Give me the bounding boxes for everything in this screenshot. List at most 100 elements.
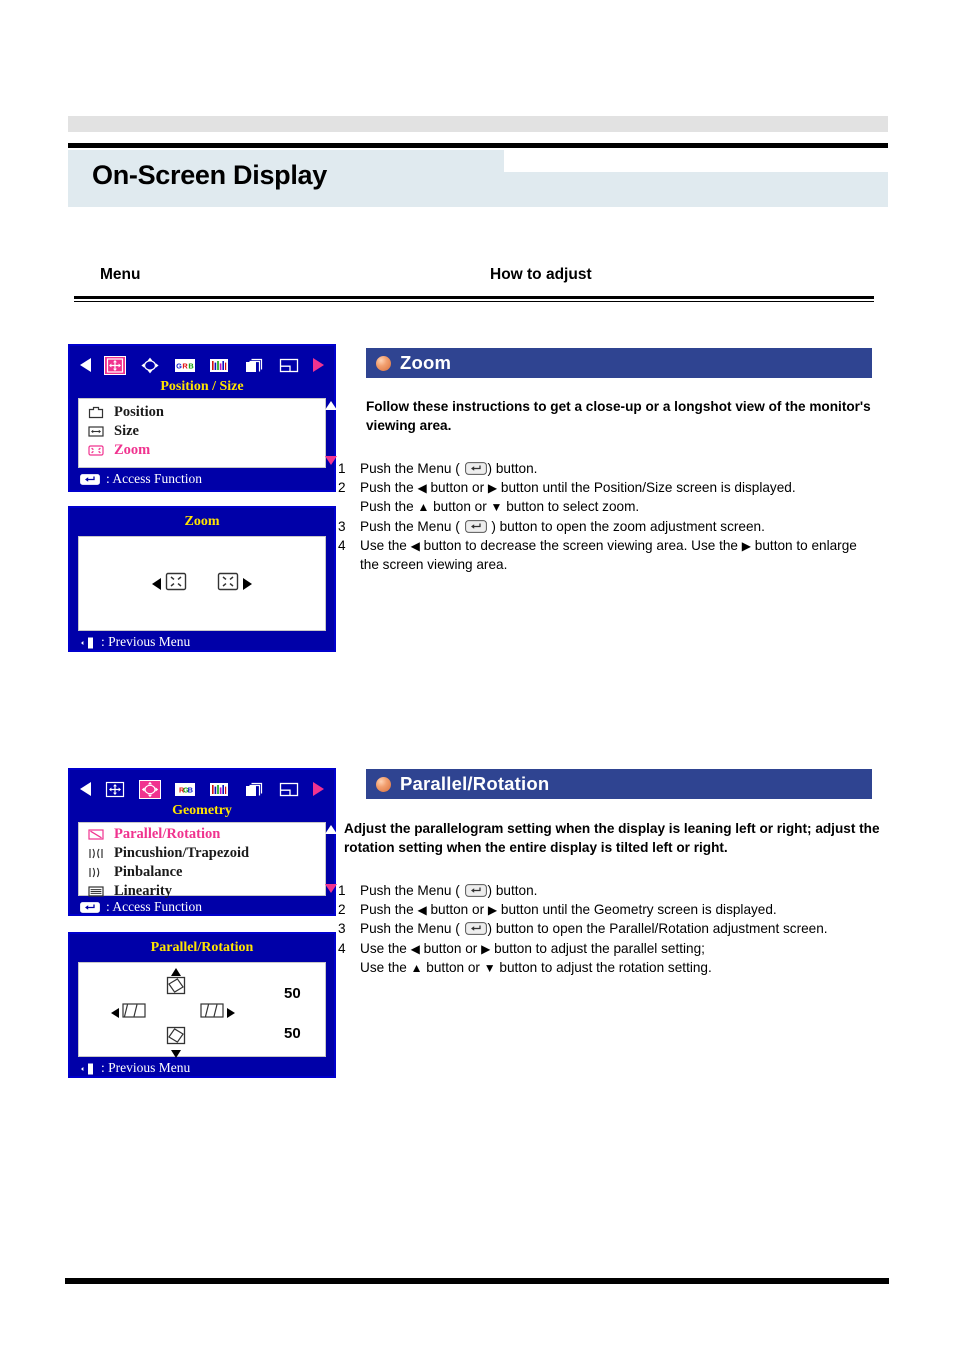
step-text: Use the ◀ button or ▶ button to adjust t… — [360, 939, 878, 958]
osd-tab-icon[interactable] — [243, 356, 265, 375]
down-arrow-icon[interactable] — [171, 1050, 181, 1058]
step-number: 3 — [338, 921, 346, 937]
nav-left-arrow-icon[interactable] — [80, 358, 91, 372]
scroll-up-arrow-icon[interactable] — [325, 825, 337, 834]
menu-key-icon — [464, 519, 487, 533]
osd-menu-panel-geometry[interactable]: R G B Geometry Parallel/Rotation Pincush… — [68, 768, 337, 916]
osd-menu-item-linearity[interactable]: Linearity — [87, 882, 325, 901]
parallel-left-control[interactable] — [111, 1001, 147, 1025]
pinbalance-icon — [87, 865, 105, 880]
osd-adjust-body — [78, 536, 326, 631]
step-item: 3 Push the Menu ( ) button to open the P… — [338, 919, 878, 938]
step-text-c: button to adjust the parallel setting; — [490, 940, 705, 956]
header-rule-thick — [74, 296, 874, 299]
step-text: Push the Menu ( ) button to open the zoo… — [360, 517, 878, 536]
section-header-parallel-rotation: Parallel/Rotation — [366, 769, 872, 799]
osd-menu-item-zoom[interactable]: Zoom — [87, 441, 325, 460]
step-number: 3 — [338, 518, 346, 534]
osd-menu-list-body: Parallel/Rotation Pincushion/Trapezoid P… — [78, 822, 337, 899]
step-text: Use the ▲ button or ▼ button to adjust t… — [360, 958, 878, 977]
osd-tab-icon[interactable] — [243, 780, 265, 799]
osd-menu-list-body: Position Size Zoom — [78, 398, 337, 468]
up-arrow-icon[interactable] — [171, 968, 181, 976]
step-text: Push the ◀ button or ▶ button until the … — [360, 900, 878, 919]
osd-menu-item-pinbalance[interactable]: Pinbalance — [87, 863, 325, 882]
left-arrow-icon[interactable] — [111, 1008, 119, 1018]
left-arrow-icon[interactable] — [152, 577, 161, 590]
page-footer-rule — [65, 1278, 889, 1284]
step-text-a: Use the — [360, 940, 411, 956]
step-text-prefix: Push the Menu ( — [360, 461, 460, 476]
scroll-up-arrow-icon[interactable] — [325, 401, 337, 410]
nav-right-arrow-icon[interactable] — [312, 782, 324, 796]
section-title: Parallel/Rotation — [400, 773, 550, 794]
osd-menu-item-pincushion-trapezoid[interactable]: Pincushion/Trapezoid — [87, 844, 325, 863]
osd-panel-title: Geometry — [172, 803, 232, 818]
position-size-tab-icon[interactable] — [103, 355, 126, 375]
osd-tab-bar[interactable]: R B G — [80, 352, 324, 378]
geometry-tab-icon[interactable] — [139, 356, 161, 375]
step-text-suffix: ) button. — [487, 461, 538, 476]
position-icon — [87, 405, 105, 420]
parallel-right-control[interactable] — [199, 1001, 235, 1025]
setup-tab-icon[interactable] — [278, 356, 300, 375]
step-text-b: button or — [429, 499, 491, 515]
osd-adjust-panel-parallel-rotation[interactable]: Parallel/Rotation 50 50: Previous Menu — [68, 932, 336, 1078]
column-header-howto: How to adjust — [490, 266, 592, 283]
right-arrow-icon[interactable] — [243, 577, 252, 590]
osd-footer-label: : Previous Menu — [101, 634, 191, 649]
picture-tab-icon[interactable] — [208, 356, 230, 375]
step-number: 2 — [338, 902, 346, 918]
geometry-tab-icon[interactable] — [138, 779, 161, 799]
step-text-b: button to decrease the screen viewing ar… — [419, 537, 742, 553]
osd-menu-item-position[interactable]: Position — [87, 403, 325, 422]
step-text-a: Push the — [360, 480, 418, 496]
osd-adjust-title: Parallel/Rotation — [150, 940, 254, 955]
osd-menu-item-size[interactable]: Size — [87, 422, 325, 441]
zoom-in-icon — [216, 571, 240, 597]
scroll-down-arrow-icon[interactable] — [325, 456, 337, 465]
osd-adjust-panel-zoom[interactable]: Zoom: Previous Menu — [68, 506, 336, 652]
up-arrow-glyph-icon: ▲ — [410, 960, 423, 975]
step-text-a: Push the — [360, 902, 418, 918]
exit-door-icon — [79, 1062, 96, 1075]
nav-right-arrow-icon[interactable] — [312, 358, 324, 372]
page-top-bar — [68, 116, 888, 132]
zoom-out-icon — [164, 571, 188, 597]
rgb-color-tab-icon[interactable]: R B G — [174, 356, 196, 375]
step-item: 4 Use the ◀ button or ▶ button to adjust… — [338, 939, 878, 958]
rgb-color-tab-icon[interactable]: R G B — [174, 780, 196, 799]
zoom-decrease-control[interactable] — [152, 571, 188, 597]
osd-menu-item-label: Size — [114, 423, 139, 439]
osd-tab-bar[interactable]: R G B — [80, 776, 324, 802]
osd-menu-item-label: Parallel/Rotation — [114, 826, 221, 842]
parallel-right-icon — [199, 1001, 225, 1025]
setup-tab-icon[interactable] — [278, 780, 300, 799]
svg-text:B: B — [188, 361, 193, 370]
step-item: 4 Use the ◀ button to decrease the scree… — [338, 536, 878, 574]
svg-text:B: B — [187, 785, 192, 794]
zoom-increase-control[interactable] — [216, 571, 252, 597]
step-text-suffix: ) button to open the zoom adjustment scr… — [491, 518, 765, 534]
step-item: 2 Push the ◀ button or ▶ button until th… — [338, 478, 878, 497]
step-text: Push the ◀ button or ▶ button until the … — [360, 478, 878, 497]
step-text: Push the ▲ button or ▼ button to select … — [360, 497, 878, 516]
right-arrow-icon[interactable] — [227, 1008, 235, 1018]
section-title: Zoom — [400, 352, 452, 373]
right-arrow-glyph-icon: ▶ — [741, 538, 752, 553]
osd-menu-panel-position-size[interactable]: R B G Position / Size Position Size Zoom… — [68, 344, 337, 492]
step-text-b: button or — [419, 940, 482, 956]
step-item: 3 Push the Menu ( ) button to open the z… — [338, 517, 878, 536]
step-item-continuation: Use the ▲ button or ▼ button to adjust t… — [338, 958, 878, 977]
picture-tab-icon[interactable] — [208, 780, 230, 799]
osd-menu-item-parallel-rotation[interactable]: Parallel/Rotation — [87, 825, 325, 844]
scroll-down-arrow-icon[interactable] — [325, 884, 337, 893]
position-size-tab-icon[interactable] — [104, 780, 126, 799]
step-text-prefix: Push the Menu ( — [360, 883, 460, 898]
menu-key-icon — [464, 922, 487, 936]
nav-left-arrow-icon[interactable] — [80, 782, 91, 796]
section-header-zoom: Zoom — [366, 348, 872, 378]
rotation-up-control[interactable] — [165, 968, 187, 1001]
page-top-rule — [68, 143, 888, 148]
rotation-down-control[interactable] — [165, 1025, 187, 1058]
